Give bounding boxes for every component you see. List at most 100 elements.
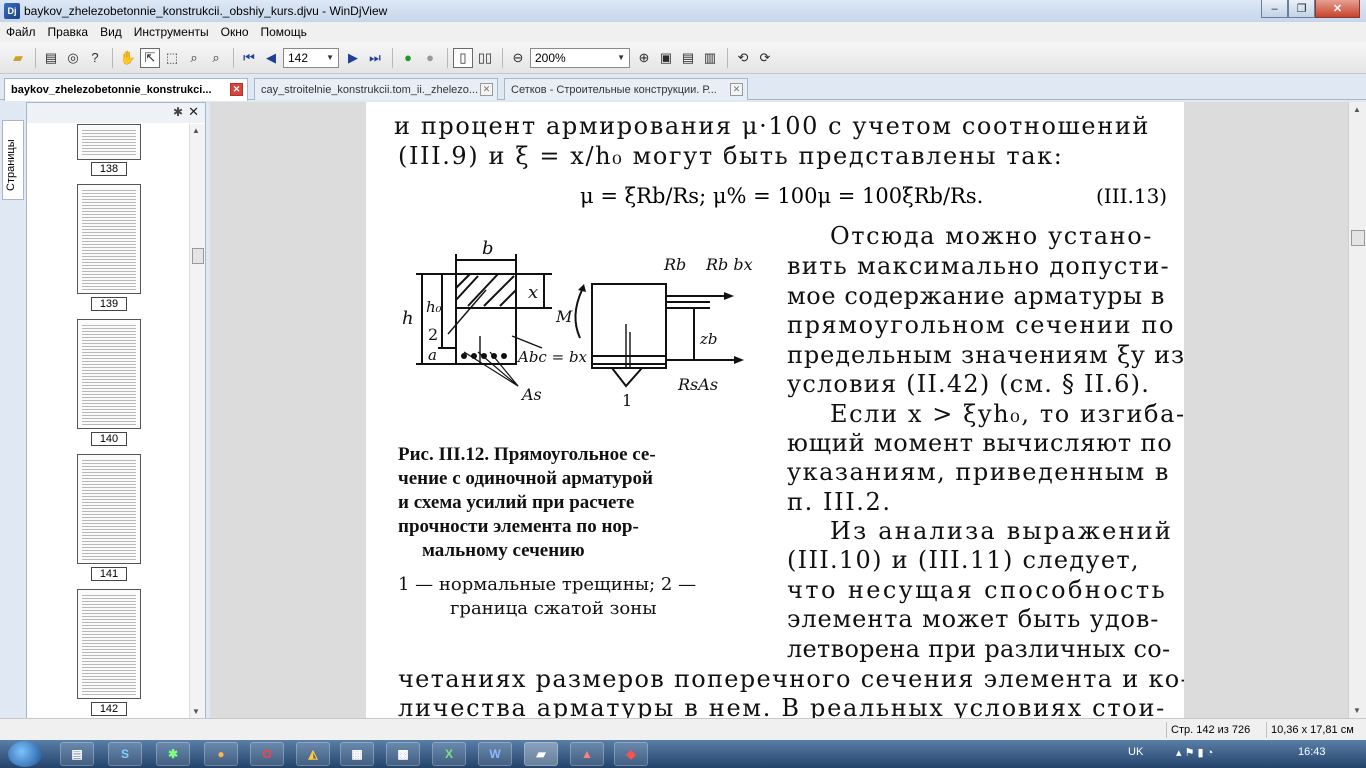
app-taskbar-icon[interactable]: ✱	[156, 742, 190, 766]
text-line: вить максимально допусти-	[787, 252, 1170, 280]
magnifier-icon[interactable]: ⌕	[206, 48, 226, 68]
print-icon[interactable]: ▤	[41, 48, 61, 68]
rotate-left-icon[interactable]: ⟲	[733, 48, 753, 68]
menu-file[interactable]: Файл	[6, 25, 36, 39]
toolbar-separator	[233, 47, 234, 68]
figure-caption-line: прочности элемента по нор-	[398, 516, 639, 537]
text-line: четаниях размеров поперечного сечения эл…	[398, 665, 1184, 693]
document-tabs: baykov_zhelezobetonnie_konstrukci... ✕ c…	[0, 76, 1366, 101]
page-thumbnail[interactable]	[77, 319, 141, 429]
zoom-tool-icon[interactable]: ⌕	[184, 48, 204, 68]
back-icon[interactable]: ●	[398, 48, 418, 68]
text-line: условия (II.42) (см. § II.6).	[787, 370, 1151, 398]
tab-cay[interactable]: cay_stroitelnie_konstrukcii.tom_ii._zhel…	[254, 78, 498, 100]
scroll-up-icon[interactable]: ▲	[192, 126, 200, 135]
page-number-label: 141	[91, 567, 127, 581]
open-folder-icon[interactable]: ▰	[8, 48, 28, 68]
close-tab-icon[interactable]: ✕	[730, 83, 743, 96]
label-rbbx: Rb bx	[705, 255, 753, 274]
excel-taskbar-icon[interactable]: X	[432, 742, 466, 766]
opera-taskbar-icon[interactable]: O	[250, 742, 284, 766]
scroll-down-icon[interactable]: ▼	[192, 707, 200, 716]
menu-tools[interactable]: Инструменты	[134, 25, 209, 39]
tab-setkov[interactable]: Сетков - Строительные конструкции. Р... …	[504, 78, 748, 100]
close-icon[interactable]: ✕	[188, 104, 199, 120]
page-number-label: 138	[91, 162, 127, 176]
help-icon[interactable]: ?	[85, 48, 105, 68]
skype-taskbar-icon[interactable]: S	[108, 742, 142, 766]
page-number-field[interactable]: 142 ▼	[283, 47, 339, 68]
last-page-icon[interactable]: ⏭	[365, 48, 385, 68]
page-thumbnail[interactable]	[77, 184, 141, 294]
start-button[interactable]	[8, 741, 42, 767]
page-thumbnail[interactable]	[77, 454, 141, 564]
firefox-taskbar-icon[interactable]: ●	[204, 742, 238, 766]
word-taskbar-icon[interactable]: W	[478, 742, 512, 766]
zoom-out-icon[interactable]: ⊖	[508, 48, 528, 68]
chevron-down-icon[interactable]: ▼	[617, 53, 625, 62]
scroll-down-icon[interactable]: ▼	[1353, 706, 1361, 715]
explorer-taskbar-icon[interactable]: ▤	[60, 742, 94, 766]
text-line: указаниям, приведенным в	[787, 458, 1170, 486]
fit-width-icon[interactable]: ▤	[678, 48, 698, 68]
close-button[interactable]: ✕	[1315, 0, 1360, 18]
zoom-in-icon[interactable]: ⊕	[634, 48, 654, 68]
tray-icons[interactable]: ▴ ⚑ ▮ ◔	[1176, 746, 1213, 759]
close-tab-icon[interactable]: ✕	[480, 83, 493, 96]
maximize-button[interactable]: ❐	[1288, 0, 1315, 18]
select-tool-icon[interactable]: ⇱	[140, 47, 160, 68]
menu-help[interactable]: Помощь	[261, 25, 307, 39]
app-taskbar-icon[interactable]: ▲	[570, 742, 604, 766]
scroll-up-icon[interactable]: ▲	[1353, 105, 1361, 114]
menu-window[interactable]: Окно	[221, 25, 249, 39]
fit-page-icon[interactable]: ▣	[656, 48, 676, 68]
facing-pages-icon[interactable]: ▯▯	[475, 48, 495, 68]
pages-sidebar-tab[interactable]: Страницы	[2, 120, 24, 200]
scroll-thumb[interactable]	[1351, 230, 1365, 246]
find-icon[interactable]: ◎	[63, 48, 83, 68]
page-thumbnail[interactable]	[77, 124, 141, 160]
clock[interactable]: 16:43	[1298, 746, 1326, 758]
label-1: 1	[622, 391, 632, 410]
rect-select-icon[interactable]: ⬚	[162, 48, 182, 68]
gear-icon[interactable]: ✱	[173, 105, 183, 119]
keyboard-language[interactable]: UK	[1128, 746, 1143, 758]
formula-iii-13: μ = ξRb/Rs; μ% = 100μ = 100ξRb/Rs.	[580, 184, 984, 208]
close-tab-icon[interactable]: ✕	[230, 83, 243, 96]
tab-baykov[interactable]: baykov_zhelezobetonnie_konstrukci... ✕	[4, 78, 248, 101]
page-thumbnail[interactable]	[77, 589, 141, 699]
chevron-down-icon[interactable]: ▼	[326, 53, 334, 62]
taskbar: ▤ S ✱ ● O ◭ ▦ ▩ X W ▰ ▲ ◆ UK ▴ ⚑ ▮ ◔ 16:…	[0, 740, 1366, 768]
toolbar-separator	[112, 47, 113, 68]
app-taskbar-icon[interactable]: ◭	[296, 742, 330, 766]
thumbnail-scrollbar[interactable]: ▲ ▼	[189, 124, 205, 718]
minimize-button[interactable]: –	[1261, 0, 1288, 18]
prev-page-icon[interactable]: ◀	[261, 48, 281, 68]
scroll-thumb[interactable]	[192, 248, 204, 264]
app-taskbar-icon[interactable]: ▩	[386, 742, 420, 766]
document-scrollbar[interactable]: ▲ ▼	[1348, 102, 1366, 718]
app-taskbar-icon[interactable]: ▦	[340, 742, 374, 766]
hand-tool-icon[interactable]: ✋	[118, 48, 138, 68]
rotate-right-icon[interactable]: ⟳	[755, 48, 775, 68]
figure-legend-line: граница сжатой зоны	[450, 598, 657, 619]
windjview-taskbar-icon[interactable]: ▰	[524, 742, 558, 766]
actual-size-icon[interactable]: ▥	[700, 48, 720, 68]
text-line: (III.10) и (III.11) следует,	[787, 546, 1140, 574]
forward-icon[interactable]: ●	[420, 48, 440, 68]
next-page-icon[interactable]: ▶	[343, 48, 363, 68]
label-a: a	[428, 346, 437, 364]
menu-edit[interactable]: Правка	[48, 25, 89, 39]
windjview-app-icon: Dj	[4, 3, 20, 19]
text-line: ющий момент вычисляют по	[787, 429, 1173, 457]
pdf-reader-taskbar-icon[interactable]: ◆	[614, 742, 648, 766]
text-line: Если x > ξyh₀, то изгиба-	[830, 400, 1184, 428]
single-page-icon[interactable]: ▯	[453, 47, 473, 68]
zoom-field[interactable]: 200% ▼	[530, 47, 630, 68]
document-view[interactable]: и процент армирования μ·100 с учетом соо…	[210, 102, 1348, 718]
menu-view[interactable]: Вид	[100, 25, 122, 39]
first-page-icon[interactable]: ⏮	[239, 48, 259, 68]
text-line: прямоугольном сечении по	[787, 311, 1175, 339]
figure-caption-line: чение с одиночной арматурой	[398, 468, 653, 489]
text-line: и процент армирования μ·100 с учетом соо…	[394, 112, 1151, 140]
